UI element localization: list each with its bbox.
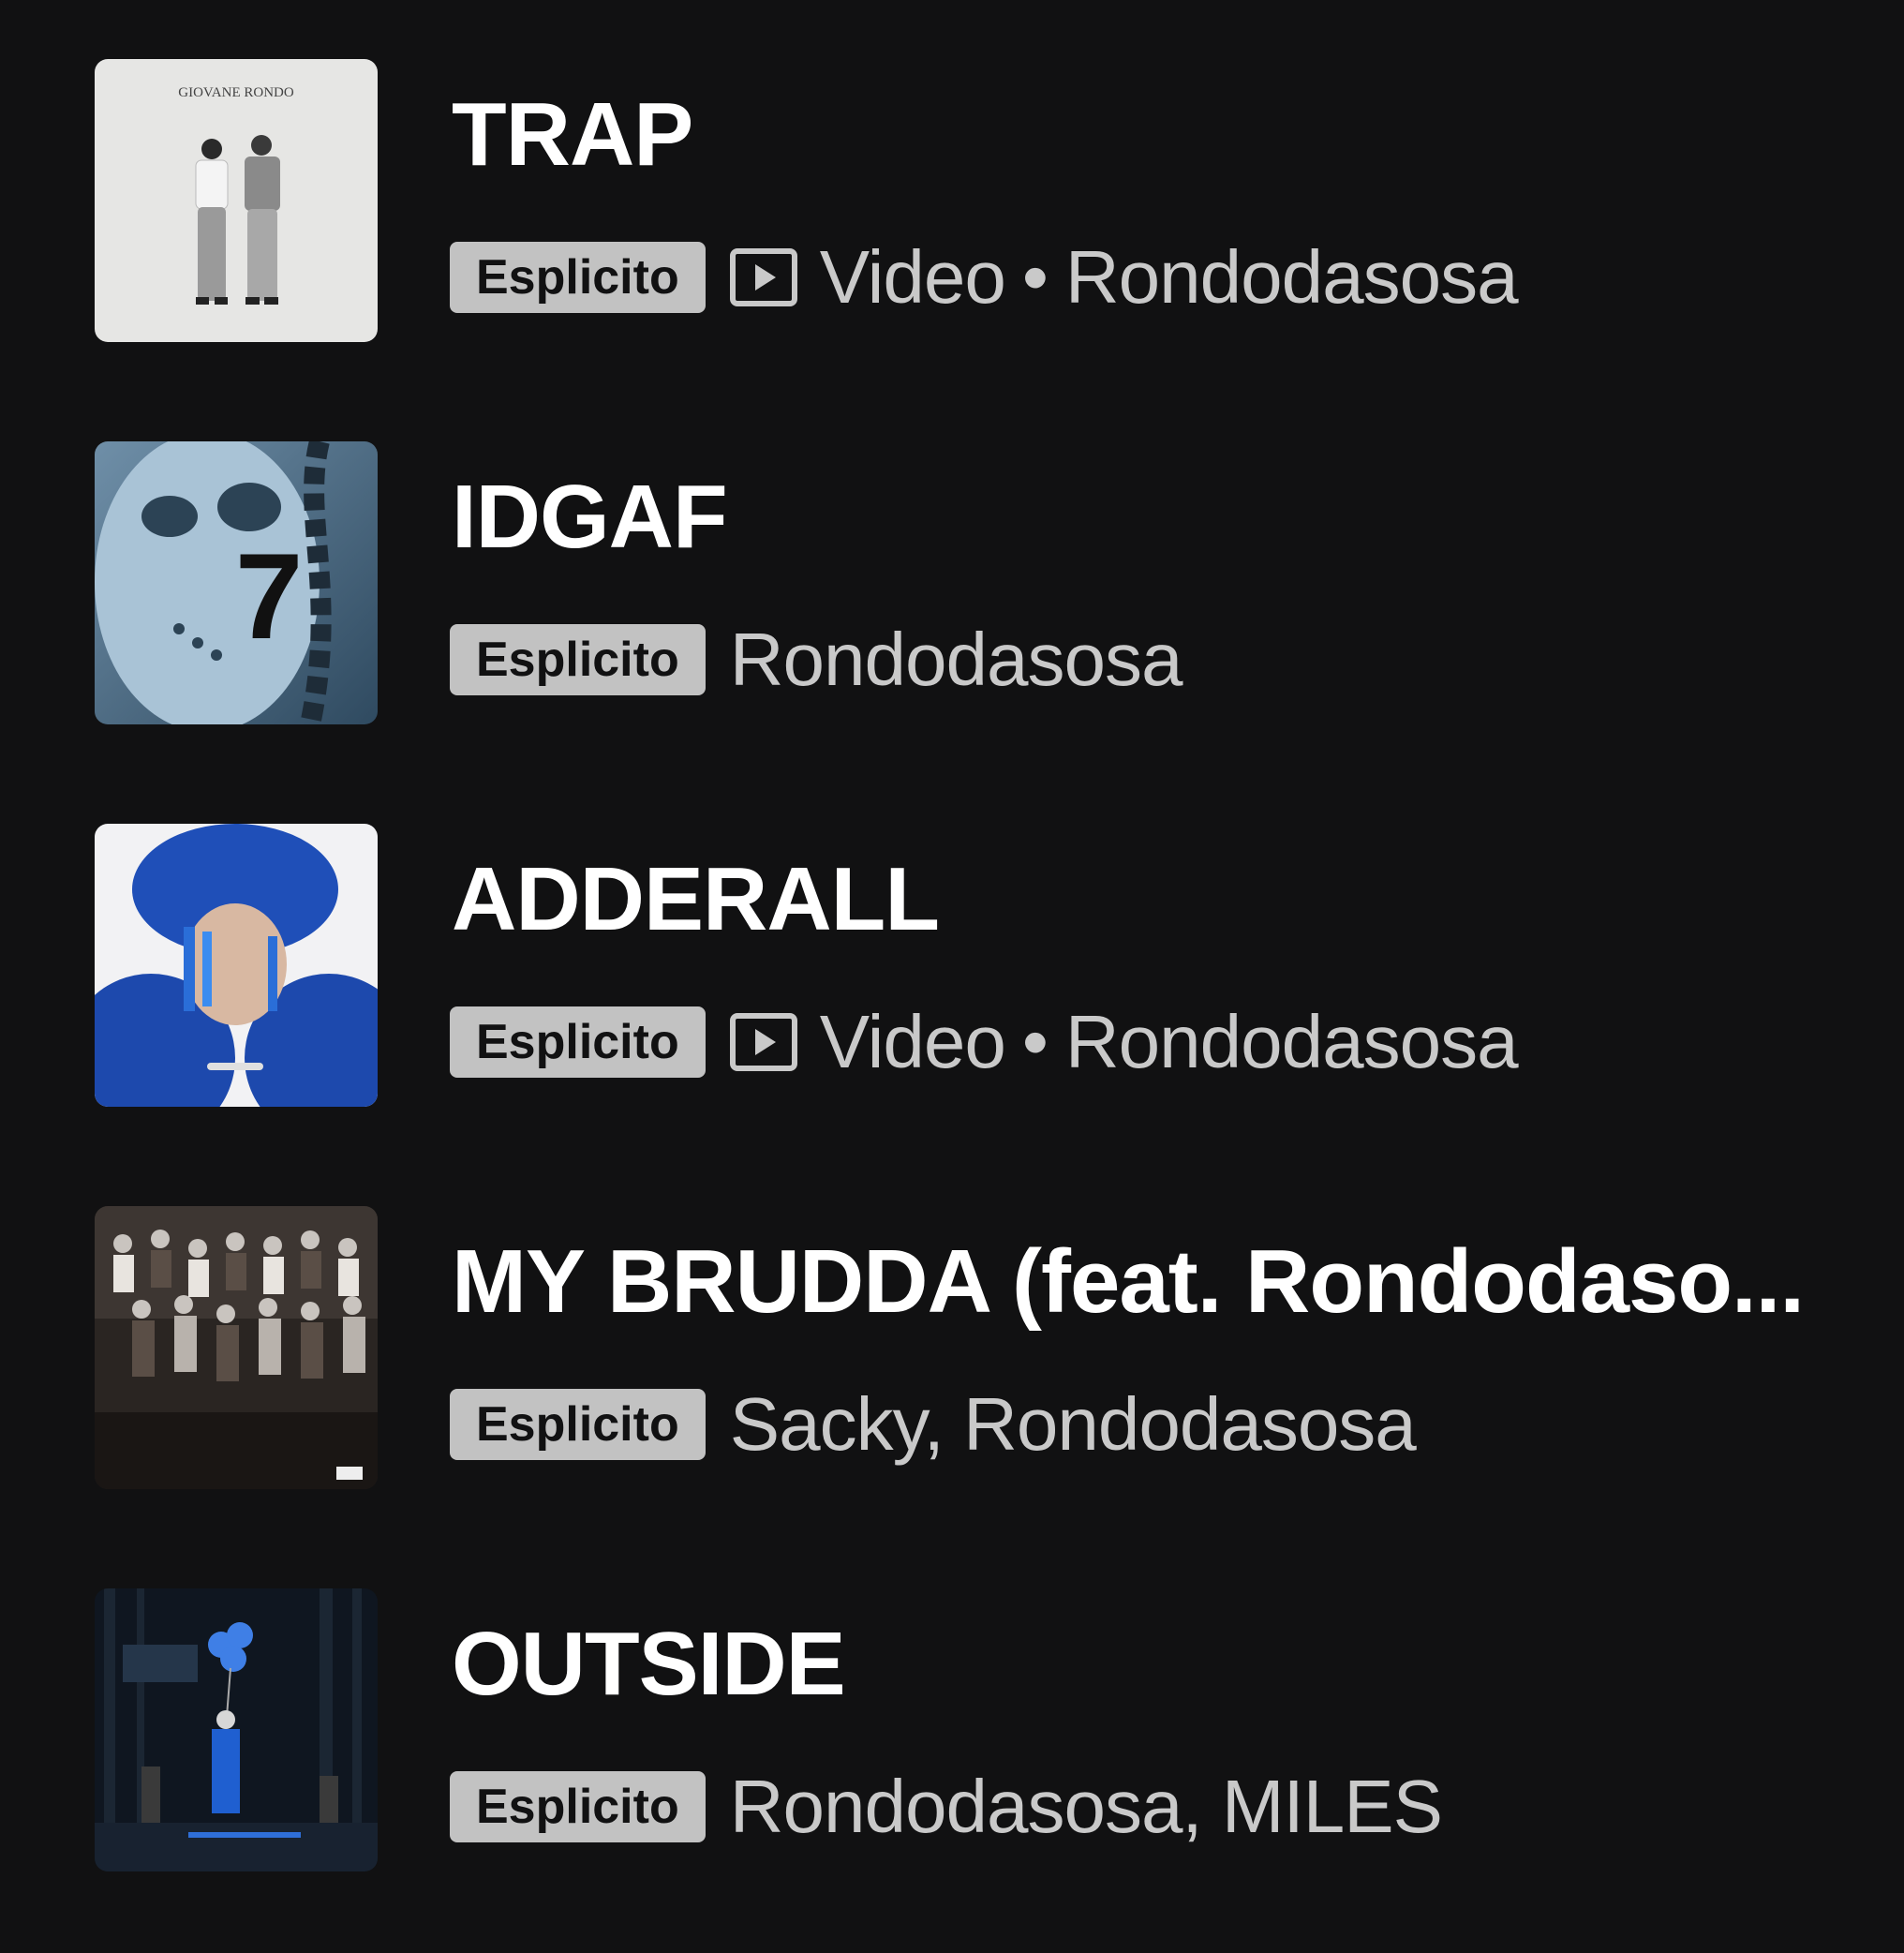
track-row[interactable]: OUTSIDE Esplicito Rondodasosa, MILES: [0, 1571, 1904, 1953]
track-title[interactable]: MY BRUDDA (feat. Rondodaso...: [452, 1237, 1805, 1327]
album-art-giovane-rondo: GIOVANE RONDO: [95, 59, 378, 342]
track-meta: Esplicito Rondodasosa, MILES: [450, 1765, 1443, 1848]
artist-names[interactable]: Rondodasosa, MILES: [730, 1764, 1443, 1850]
album-art-mask: 7: [95, 441, 378, 724]
track-row[interactable]: 7 IDGAF Esplicito Rondodasosa: [0, 424, 1904, 806]
video-label: Video: [819, 235, 1006, 319]
explicit-badge: Esplicito: [450, 624, 706, 695]
album-art-image: [95, 1206, 378, 1489]
track-meta: Esplicito Video • Rondodasosa: [450, 235, 1519, 319]
explicit-badge: Esplicito: [450, 1389, 706, 1460]
artist-names[interactable]: Rondodasosa: [1065, 999, 1519, 1085]
album-art-image: [95, 1588, 378, 1871]
album-art-group-photo: [95, 1206, 378, 1489]
play-square-icon: [729, 247, 797, 307]
track-row[interactable]: MY BRUDDA (feat. Rondodaso... Esplicito …: [0, 1188, 1904, 1571]
artist-names[interactable]: Sacky, Rondodasosa: [730, 1381, 1417, 1468]
track-title[interactable]: ADDERALL: [452, 855, 940, 945]
album-art-blue-fur: [95, 824, 378, 1107]
track-title[interactable]: TRAP: [452, 90, 693, 180]
track-list: GIOVANE RONDO TRAP Esplicito Video • Ron…: [0, 0, 1904, 1904]
explicit-badge: Esplicito: [450, 242, 706, 313]
album-art-label: GIOVANE RONDO: [178, 85, 294, 100]
play-square-icon: [729, 1012, 797, 1072]
track-title[interactable]: OUTSIDE: [452, 1619, 846, 1709]
explicit-badge: Esplicito: [450, 1771, 706, 1842]
track-title[interactable]: IDGAF: [452, 472, 728, 562]
album-art-label: 7: [235, 528, 303, 664]
album-art-image: GIOVANE RONDO: [95, 59, 378, 342]
track-row[interactable]: ADDERALL Esplicito Video • Rondodasosa: [0, 806, 1904, 1188]
album-art-image: [95, 824, 378, 1107]
track-meta: Esplicito Video • Rondodasosa: [450, 1000, 1519, 1083]
separator-dot: •: [1021, 235, 1049, 319]
artist-names[interactable]: Rondodasosa: [730, 617, 1183, 703]
separator-dot: •: [1021, 1000, 1049, 1083]
track-meta: Esplicito Sacky, Rondodasosa: [450, 1382, 1417, 1466]
video-label: Video: [819, 1000, 1006, 1083]
explicit-badge: Esplicito: [450, 1006, 706, 1078]
album-art-image: 7: [95, 441, 378, 724]
album-art-night-forest: [95, 1588, 378, 1871]
artist-names[interactable]: Rondodasosa: [1065, 234, 1519, 321]
track-meta: Esplicito Rondodasosa: [450, 618, 1183, 701]
track-row[interactable]: GIOVANE RONDO TRAP Esplicito Video • Ron…: [0, 41, 1904, 424]
